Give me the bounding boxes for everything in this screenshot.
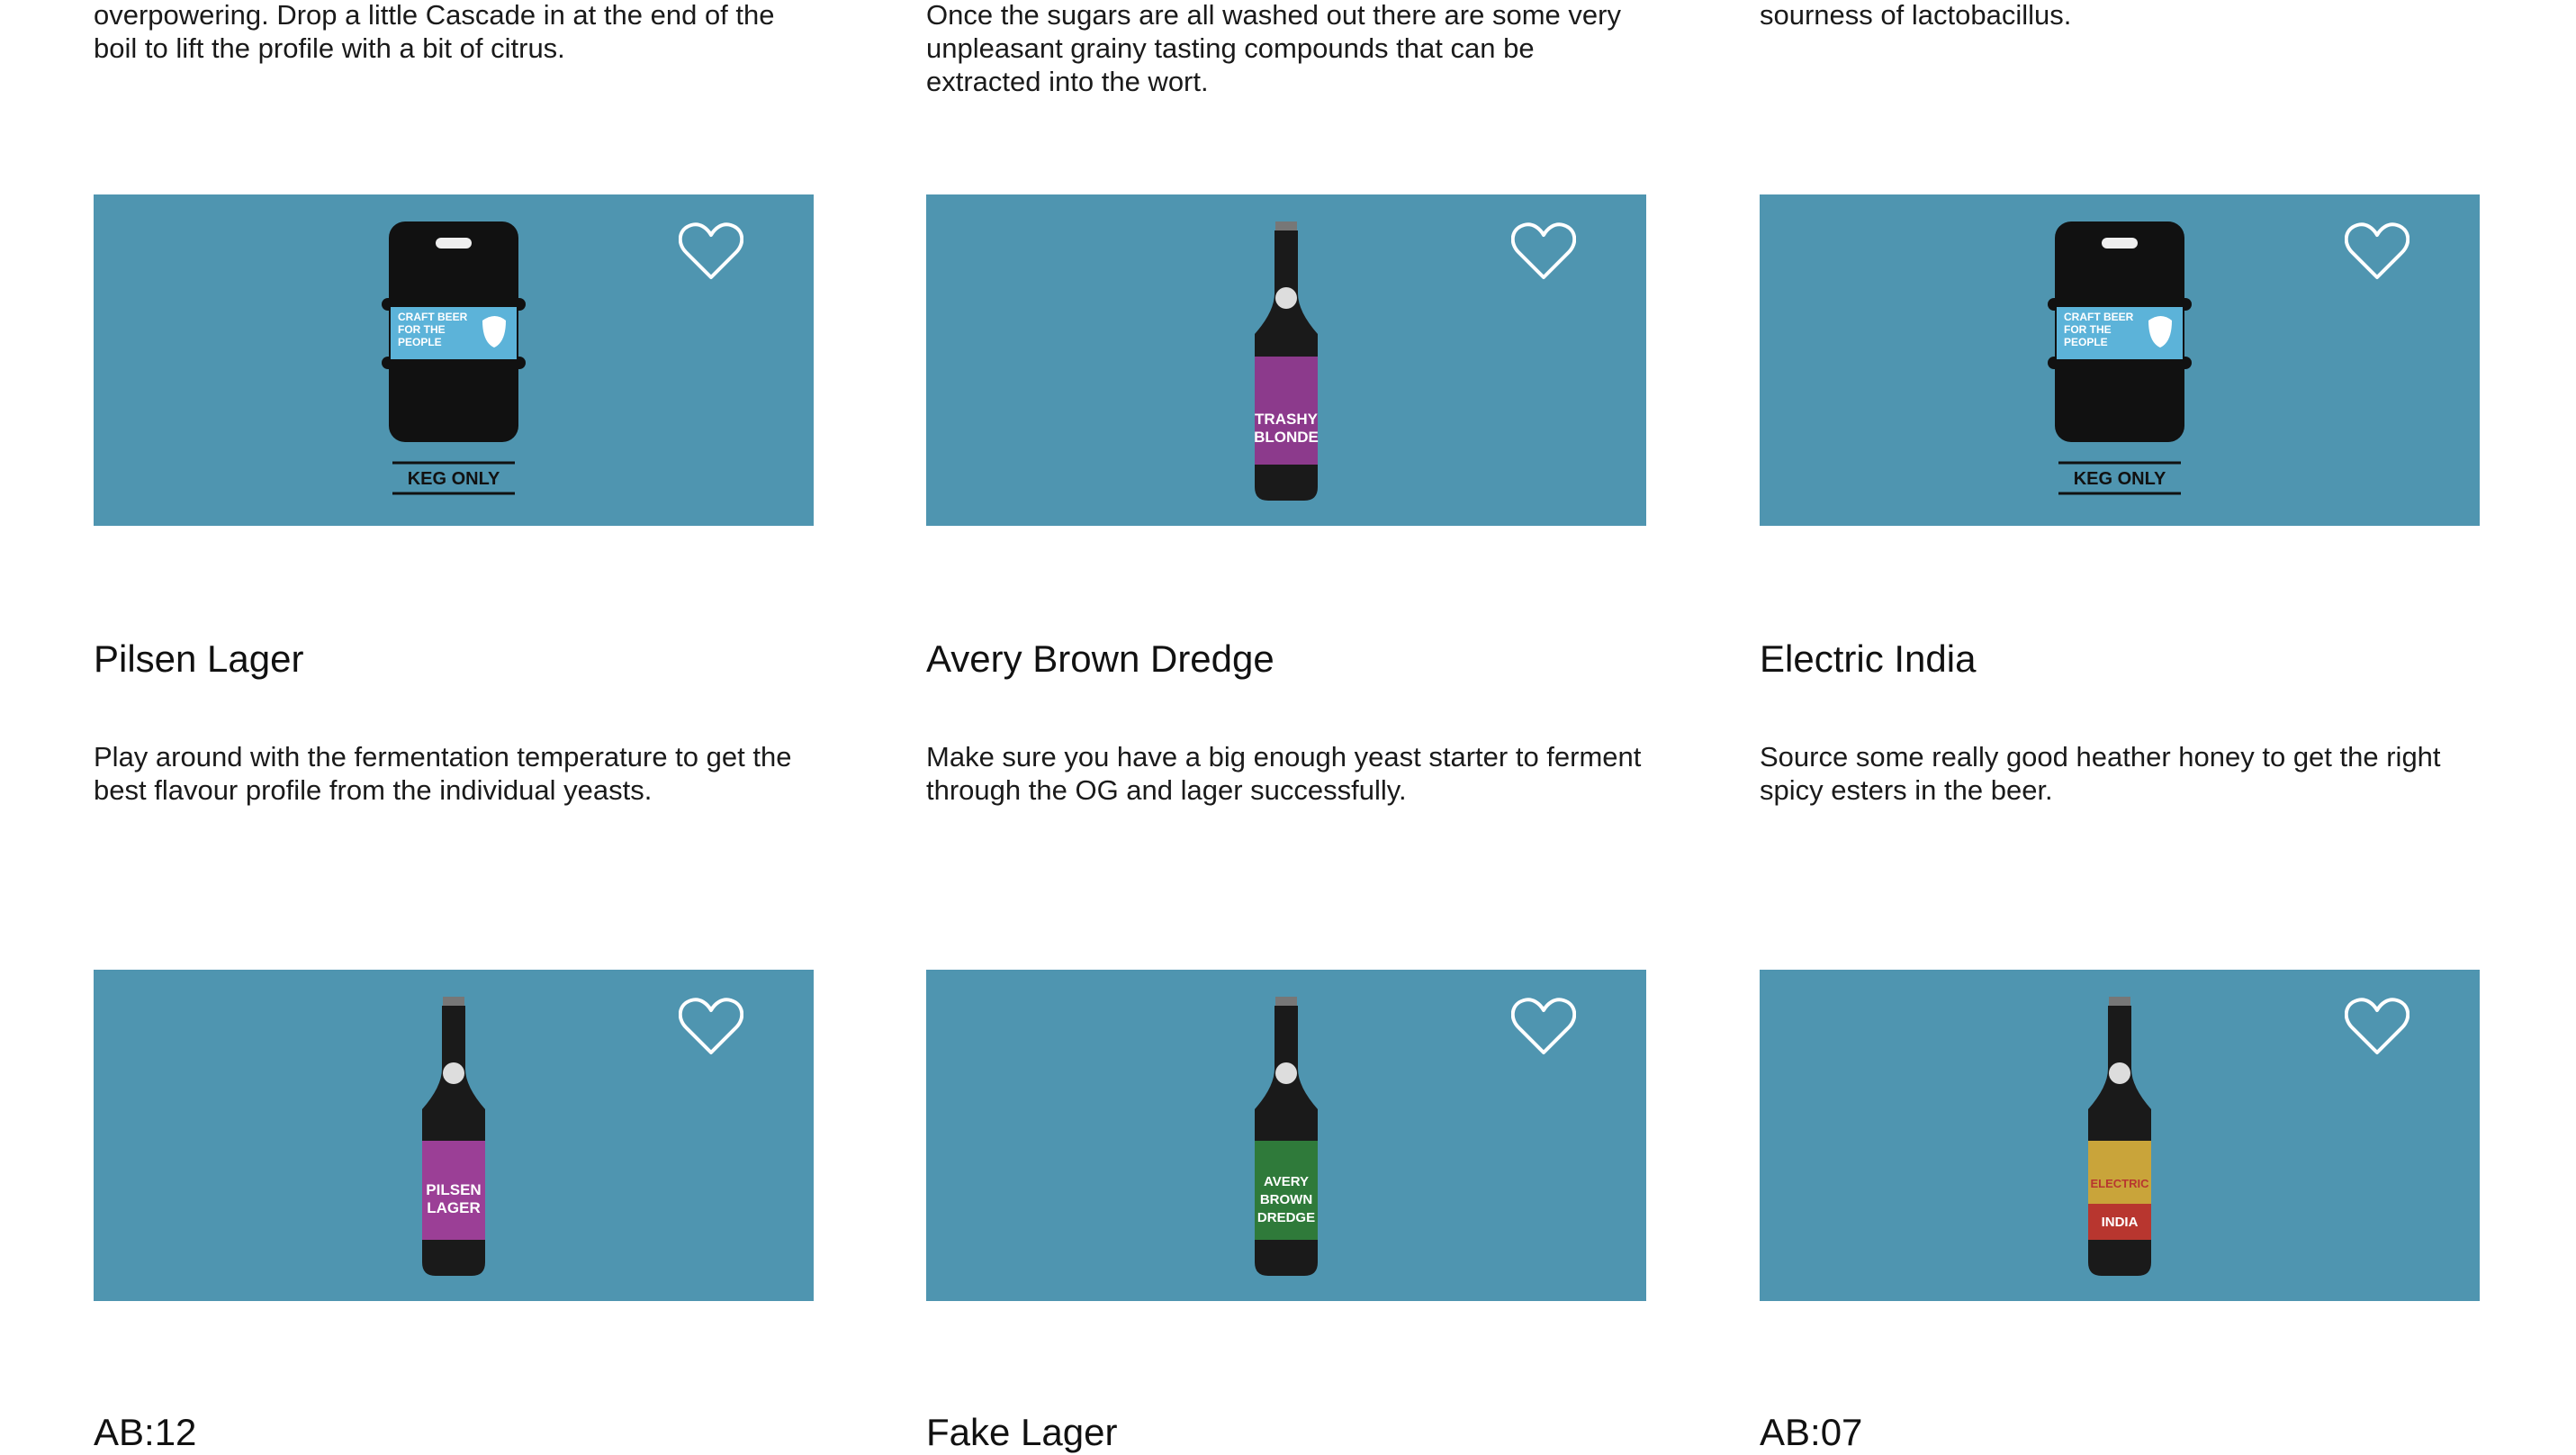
- product-description: Source some really good heather honey to…: [1760, 741, 2441, 806]
- heart-outline-icon[interactable]: [2345, 997, 2409, 1056]
- product-image-card[interactable]: PILSEN LAGER: [94, 970, 814, 1301]
- product-description: overpowering. Drop a little Cascade in a…: [94, 0, 775, 64]
- product-title[interactable]: Pilsen Lager: [94, 637, 303, 682]
- bottle-image: TRASHY BLONDE: [1254, 221, 1319, 501]
- product-image-card[interactable]: TRASHY BLONDE: [926, 194, 1646, 526]
- bottle-label-line-2: INDIA: [2102, 1215, 2139, 1230]
- bottle-label-line-1: AVERY: [1264, 1174, 1309, 1189]
- bottle-label-line-2: BLONDE: [1254, 429, 1319, 446]
- product-image-card[interactable]: AVERY BROWN DREDGE: [926, 970, 1646, 1301]
- bottle-image: ELECTRIC INDIA: [2088, 997, 2151, 1276]
- bottle-image: AVERY BROWN DREDGE: [1255, 997, 1318, 1276]
- keg-label-line-2: FOR THE: [2064, 323, 2112, 336]
- product-description: Once the sugars are all washed out there…: [926, 0, 1621, 97]
- product-title[interactable]: Electric India: [1760, 637, 1976, 682]
- bottle-label-line-2: BROWN: [1260, 1192, 1312, 1207]
- bottle-label-line-2: LAGER: [427, 1199, 481, 1216]
- product-description: Make sure you have a big enough yeast st…: [926, 741, 1642, 806]
- keg-image: CRAFT BEER FOR THE PEOPLE KEG ONLY: [382, 221, 526, 495]
- product-title[interactable]: AB:12: [94, 1410, 196, 1455]
- keg-label-line-1: CRAFT BEER: [398, 311, 468, 323]
- bottle-label-line-1: ELECTRIC: [2091, 1177, 2150, 1190]
- heart-outline-icon[interactable]: [1511, 997, 1576, 1056]
- keg-image: CRAFT BEER FOR THE PEOPLE KEG ONLY: [2048, 221, 2192, 495]
- product-image-card[interactable]: ELECTRIC INDIA: [1760, 970, 2480, 1301]
- keg-footer-label: KEG ONLY: [408, 469, 500, 489]
- bottle-label-line-3: DREDGE: [1257, 1210, 1315, 1225]
- heart-outline-icon[interactable]: [2345, 221, 2409, 281]
- keg-label-line-1: CRAFT BEER: [2064, 311, 2134, 323]
- bottle-image: PILSEN LAGER: [422, 997, 485, 1276]
- keg-label-line-2: FOR THE: [398, 323, 446, 336]
- product-title[interactable]: Fake Lager: [926, 1410, 1117, 1455]
- product-description: Play around with the fermentation temper…: [94, 741, 792, 806]
- product-description: sourness of lactobacillus.: [1760, 0, 2072, 31]
- keg-footer-label: KEG ONLY: [2074, 469, 2166, 489]
- product-image-card[interactable]: CRAFT BEER FOR THE PEOPLE KEG ONLY: [94, 194, 814, 526]
- keg-label-line-3: PEOPLE: [2064, 336, 2108, 348]
- product-image-card[interactable]: CRAFT BEER FOR THE PEOPLE KEG ONLY: [1760, 194, 2480, 526]
- product-title[interactable]: AB:07: [1760, 1410, 1862, 1455]
- bottle-label-line-1: PILSEN: [426, 1181, 481, 1198]
- product-title[interactable]: Avery Brown Dredge: [926, 637, 1274, 682]
- heart-outline-icon[interactable]: [679, 997, 743, 1056]
- heart-outline-icon[interactable]: [679, 221, 743, 281]
- bottle-label-line-1: TRASHY: [1255, 411, 1319, 428]
- keg-label-line-3: PEOPLE: [398, 336, 442, 348]
- heart-outline-icon[interactable]: [1511, 221, 1576, 281]
